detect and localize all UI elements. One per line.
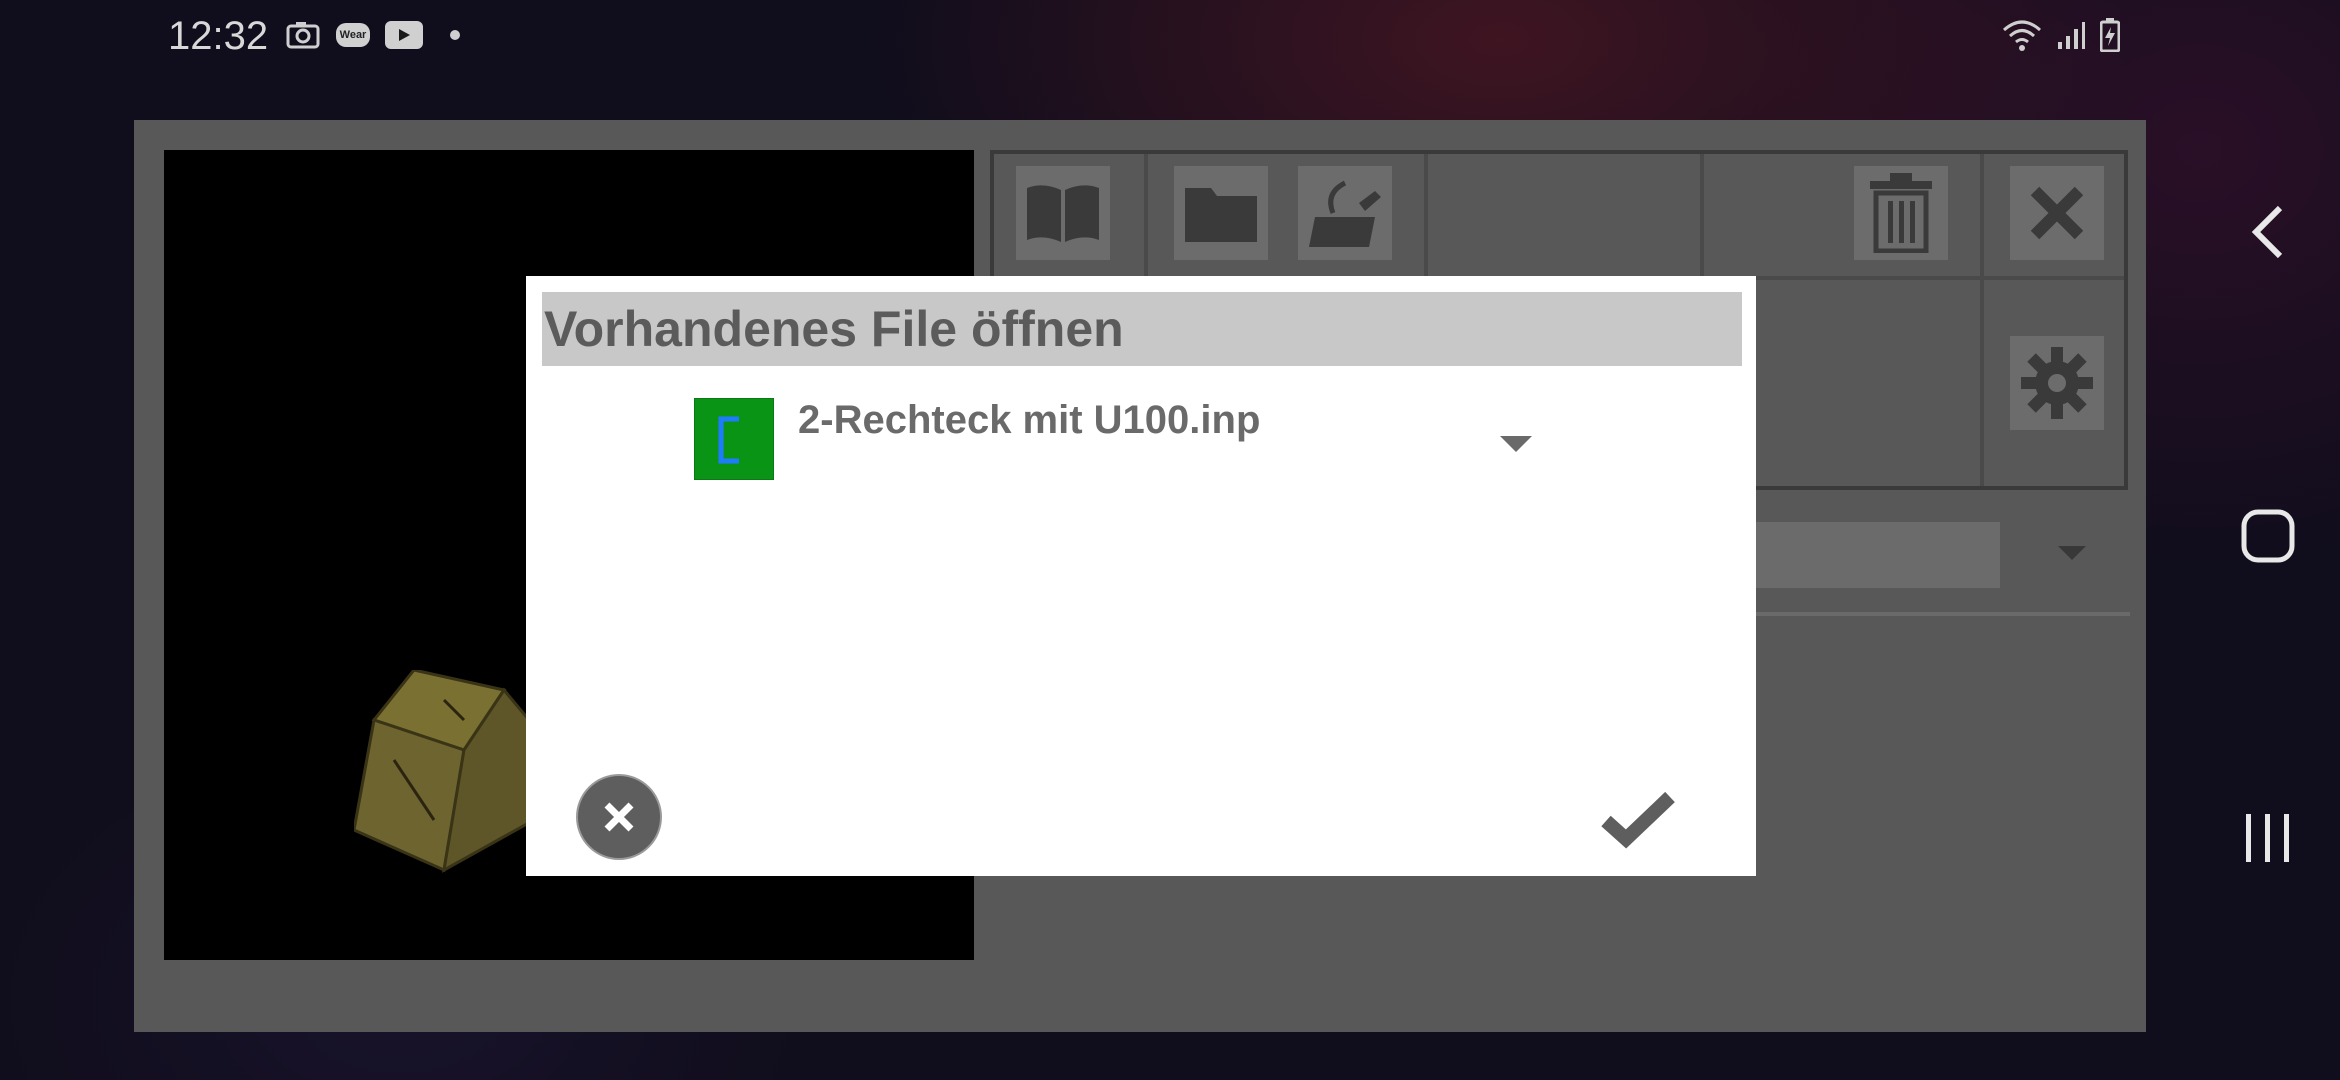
home-square-icon [2241,509,2295,563]
edit-button[interactable] [1298,166,1392,260]
recents-nav-button[interactable] [2240,810,2296,866]
status-right-icons [2002,18,2121,57]
file-thumbnail [694,398,774,480]
close-icon [2030,186,2084,240]
file-dropdown-arrow-icon[interactable] [1500,436,1532,452]
manual-button[interactable] [1016,166,1110,260]
rectangle-profile-icon [718,416,739,464]
wifi-icon [2002,18,2042,57]
combo-dropdown-arrow-icon[interactable] [2058,546,2086,560]
delete-button[interactable] [1854,166,1948,260]
wear-icon: Wear [335,20,371,50]
trash-icon [1870,173,1932,253]
open-folder-button[interactable] [1174,166,1268,260]
status-time: 12:32 [168,14,269,58]
recents-lines-icon [2246,814,2289,862]
gear-icon [2021,347,2093,419]
dialog-title: Vorhandenes File öffnen [542,292,1742,366]
book-icon [1027,185,1099,242]
status-left-icons: Wear [285,20,473,50]
home-nav-button[interactable] [2240,508,2296,564]
toolbar-cell-file [1148,154,1424,276]
screenshot-icon [285,20,321,50]
battery-charging-icon [2099,18,2121,57]
toolbar-cell-manual [994,154,1144,276]
toolbar-cell-settings [1984,280,2124,486]
signal-icon [2056,20,2086,55]
cancel-button[interactable] [576,774,662,860]
confirm-button[interactable] [1598,786,1678,852]
wear-label: Wear [335,23,371,47]
back-nav-button[interactable] [2240,204,2296,260]
settings-button[interactable] [2010,336,2104,430]
close-circle-icon [604,802,634,832]
back-chevron-icon [2251,205,2283,259]
open-file-dialog: Vorhandenes File öffnen 2-Rechteck mit U… [526,276,1756,876]
file-select-value[interactable]: 2-Rechteck mit U100.inp [798,398,1260,443]
toolbar-cell-delete [1704,154,1980,276]
checkmark-icon [1601,791,1675,849]
youtube-icon [385,21,423,49]
folder-icon [1185,188,1257,242]
edit-signature-icon [1309,180,1381,247]
toolbar-cell-empty [1428,154,1700,276]
notification-dot-icon [437,20,473,50]
close-button[interactable] [2010,166,2104,260]
toolbar-cell-close [1984,154,2124,276]
